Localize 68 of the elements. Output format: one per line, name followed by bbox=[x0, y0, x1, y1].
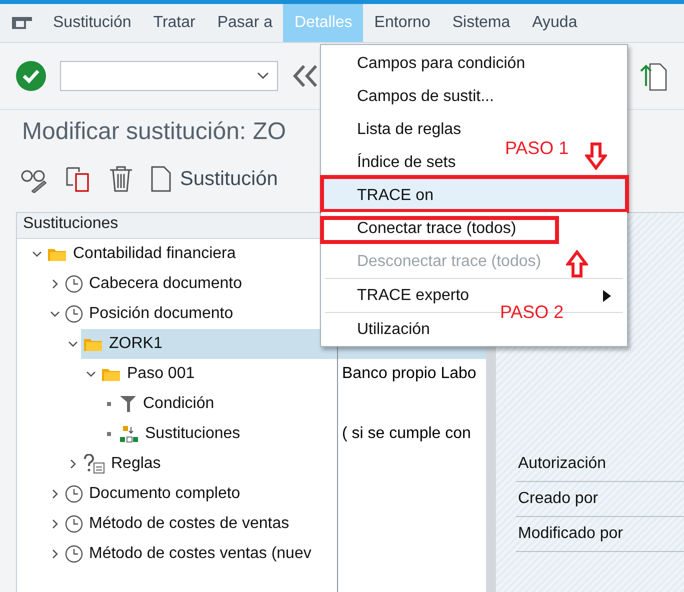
tree-node-label: Sustituciones bbox=[145, 425, 240, 443]
button-label: Sustitución bbox=[180, 168, 278, 190]
folder-icon bbox=[83, 336, 103, 352]
tree-node-label: Paso 001 bbox=[127, 365, 195, 383]
document-icon bbox=[150, 165, 172, 193]
tree-node[interactable]: Paso 001 bbox=[99, 359, 337, 389]
menu-item[interactable]: Tratar bbox=[142, 4, 206, 42]
folder-icon bbox=[101, 366, 121, 382]
filter-icon bbox=[119, 395, 137, 413]
tree-node[interactable]: ZORK1 bbox=[81, 329, 337, 359]
hierarchy-icon bbox=[119, 425, 139, 443]
question-list-icon bbox=[83, 454, 105, 474]
chevron-down-icon[interactable] bbox=[32, 249, 42, 259]
down-arrow bbox=[585, 142, 607, 170]
tree-node-label: Método de costes de ventas bbox=[89, 515, 290, 533]
menu-item[interactable]: Sistema bbox=[441, 4, 522, 42]
tree-node-label: Contabilidad financiera bbox=[73, 245, 236, 263]
attribute-label: Autorización bbox=[516, 447, 684, 482]
tree-node[interactable]: Condición bbox=[117, 389, 337, 419]
tree-node-label: Cabecera documento bbox=[89, 275, 242, 293]
chevron-right-icon[interactable] bbox=[50, 549, 60, 559]
bullet-icon bbox=[107, 402, 111, 406]
double-chevron-left-icon[interactable] bbox=[292, 64, 318, 88]
substitution-button[interactable]: Sustitución bbox=[150, 165, 278, 193]
clock-icon bbox=[65, 515, 83, 533]
menu-item[interactable]: Sustitución bbox=[42, 4, 142, 42]
command-field[interactable] bbox=[60, 61, 278, 91]
tree-node[interactable]: Documento completo bbox=[63, 479, 337, 509]
menu-option[interactable]: Conectar trace (todos) bbox=[321, 212, 627, 245]
up-arrow bbox=[566, 250, 588, 278]
detail-cell-text: Banco propio Labo bbox=[341, 364, 478, 384]
detail-cell-text: ( si se cumple con bbox=[341, 424, 472, 444]
submenu-arrow-icon bbox=[603, 290, 611, 302]
menu-item[interactable]: Pasar a bbox=[206, 4, 284, 42]
menu-item[interactable]: Ayuda bbox=[521, 4, 588, 42]
tree-node[interactable]: Método de costes de ventas bbox=[63, 509, 337, 539]
check-icon[interactable] bbox=[16, 61, 46, 91]
chevron-right-icon[interactable] bbox=[50, 489, 60, 499]
tree-node-label: Posición documento bbox=[89, 305, 234, 323]
clock-icon bbox=[65, 485, 83, 503]
menu-option[interactable]: Campos de sustit... bbox=[321, 80, 627, 113]
tree-node-label: Condición bbox=[143, 395, 214, 413]
menu-item[interactable]: Entorno bbox=[363, 4, 442, 42]
tree-node-label: Documento completo bbox=[89, 485, 240, 503]
trash-icon[interactable] bbox=[108, 165, 134, 193]
chevron-down-icon[interactable] bbox=[68, 339, 78, 349]
chevron-right-icon[interactable] bbox=[50, 519, 60, 529]
chevron-down-icon[interactable] bbox=[50, 309, 60, 319]
dropdown-caret-icon[interactable] bbox=[257, 72, 269, 80]
tree-node[interactable]: Sustituciones bbox=[117, 419, 337, 449]
folder-icon bbox=[47, 246, 67, 262]
clock-icon bbox=[65, 275, 83, 293]
chevron-down-icon[interactable] bbox=[86, 369, 96, 379]
tree-node-label: ZORK1 bbox=[109, 335, 162, 353]
tree-node-label: Reglas bbox=[111, 455, 161, 473]
tree-node[interactable]: Reglas bbox=[81, 449, 337, 479]
copy-icon[interactable] bbox=[64, 165, 92, 193]
menu-option[interactable]: Campos para condición bbox=[321, 47, 627, 80]
bullet-icon bbox=[107, 432, 111, 436]
tree-node[interactable]: Método de costes ventas (nuev bbox=[63, 539, 337, 569]
page-title: Modificar sustitución: ZO bbox=[22, 118, 286, 147]
attribute-label: Creado por bbox=[516, 482, 684, 517]
clock-icon bbox=[65, 305, 83, 323]
tree-node-label: Método de costes ventas (nuev bbox=[89, 545, 312, 563]
chevron-right-icon[interactable] bbox=[68, 459, 78, 469]
clock-icon bbox=[65, 545, 83, 563]
chevron-right-icon[interactable] bbox=[50, 279, 60, 289]
attribute-label: Modificado por bbox=[516, 517, 684, 552]
